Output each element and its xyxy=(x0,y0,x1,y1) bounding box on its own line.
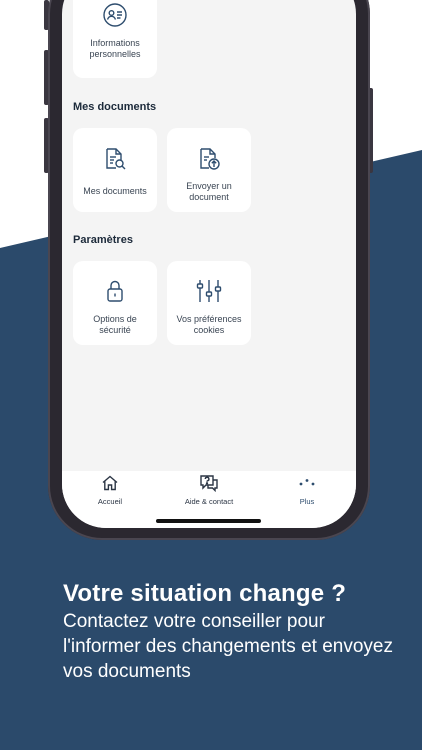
caption-headline: Votre situation change ? xyxy=(63,580,347,607)
card-label: Informations personnelles xyxy=(89,38,141,59)
sliders-icon xyxy=(167,278,251,304)
help-chat-icon xyxy=(174,474,244,494)
caption-body: Contactez votre conseiller pour l'inform… xyxy=(63,611,393,682)
more-dots-icon xyxy=(292,474,322,494)
card-label: Vos préférences cookies xyxy=(176,314,242,335)
tab-label: Plus xyxy=(299,497,315,506)
card-mes-documents[interactable]: Mes documents xyxy=(73,128,157,212)
home-indicator xyxy=(156,519,261,523)
tab-label: Accueil xyxy=(97,497,123,506)
lock-icon xyxy=(73,278,157,304)
phone-screen: Informations personnelles Mes documents … xyxy=(62,0,356,528)
card-label: Options de sécurité xyxy=(93,314,137,335)
section-title-mes-documents: Mes documents xyxy=(73,101,157,113)
document-search-icon xyxy=(73,146,157,172)
id-card-icon xyxy=(73,2,157,28)
section-title-parametres: Paramètres xyxy=(73,234,133,246)
card-options-securite[interactable]: Options de sécurité xyxy=(73,261,157,345)
document-upload-icon xyxy=(167,146,251,172)
caption: Votre situation change ? Contactez votre… xyxy=(63,579,403,684)
card-preferences-cookies[interactable]: Vos préférences cookies xyxy=(167,261,251,345)
home-icon xyxy=(88,474,132,494)
card-informations-personnelles[interactable]: Informations personnelles xyxy=(73,0,157,78)
card-label: Mes documents xyxy=(83,186,147,196)
tab-label: Aide & contact xyxy=(184,497,234,506)
tab-plus[interactable]: Plus xyxy=(292,474,322,506)
tab-accueil[interactable]: Accueil xyxy=(88,474,132,506)
card-label: Envoyer un document xyxy=(186,181,232,202)
tab-aide-contact[interactable]: Aide & contact xyxy=(174,474,244,506)
card-envoyer-document[interactable]: Envoyer un document xyxy=(167,128,251,212)
